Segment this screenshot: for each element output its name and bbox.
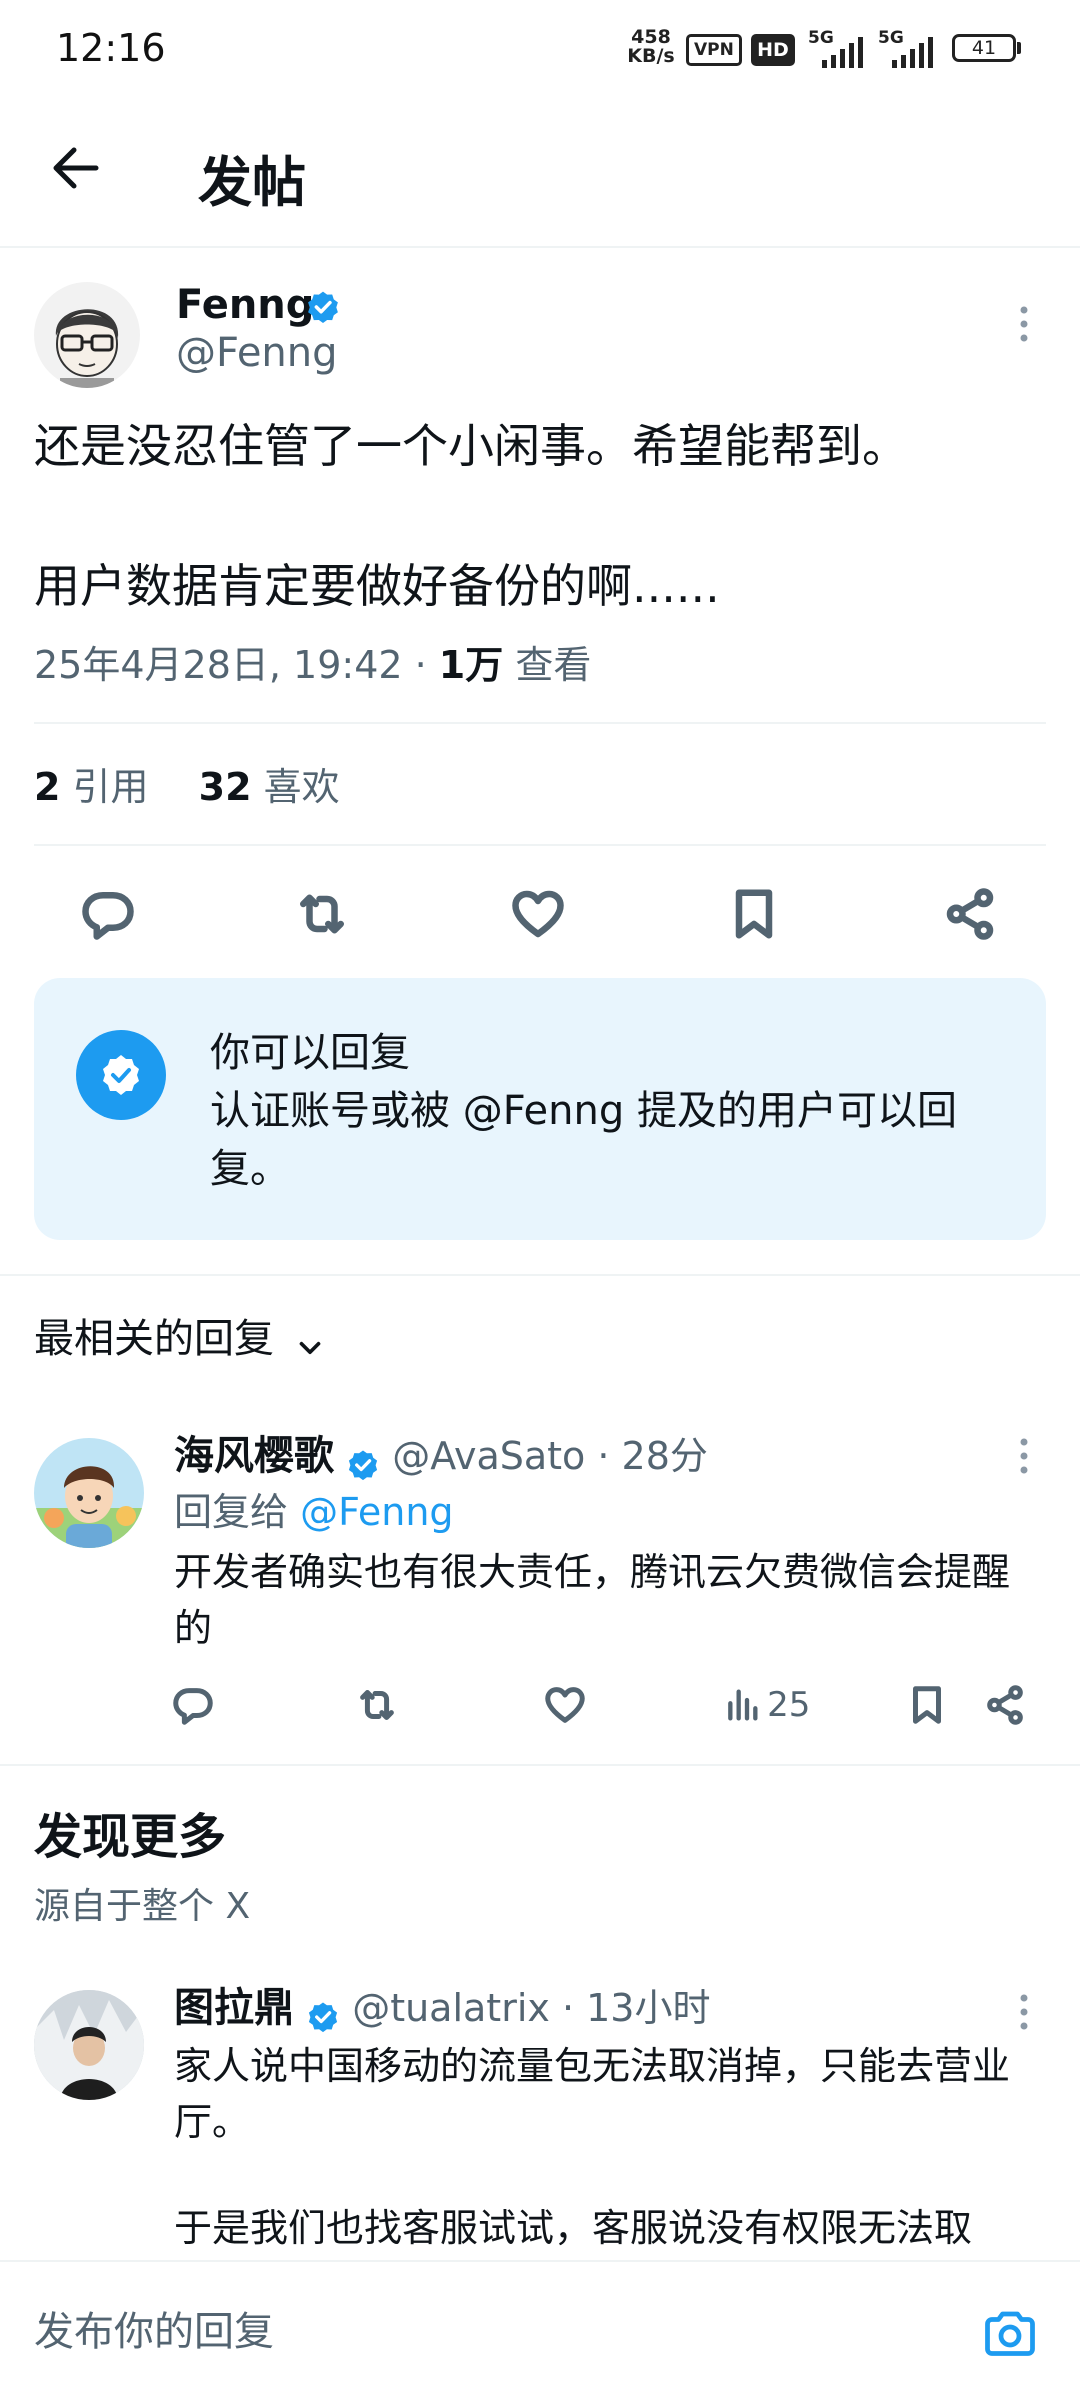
page-title: 发帖 (198, 151, 306, 214)
replying-to-link[interactable]: @Fenng (300, 1490, 453, 1534)
more-post-handle-time[interactable]: @tualatrix · 13小时 (352, 1986, 710, 2030)
hd-badge: HD (751, 34, 795, 66)
post-stats: 2 引用 32 喜欢 (34, 762, 340, 812)
chevron-down-icon (299, 1341, 321, 1354)
reply-handle-time[interactable]: @AvaSato · 28分 (392, 1434, 708, 1478)
post-text-line2: 用户数据肯定要做好备份的啊...... (34, 559, 720, 613)
author-handle[interactable]: @Fenng (176, 330, 338, 376)
reply-icon (82, 892, 134, 940)
verified-badge-icon (308, 291, 338, 323)
likes-label: 喜欢 (263, 765, 340, 809)
compose-placeholder: 发布你的回复 (34, 2309, 274, 2355)
more-post-text-2: 于是我们也找客服试试，客服说没有权限无法取 (174, 2206, 973, 2250)
more-post-more-button[interactable] (1004, 1988, 1044, 2038)
heart-icon (512, 890, 564, 938)
signal-icon-1 (822, 37, 863, 68)
reply-icon (173, 1688, 213, 1725)
discover-title: 发现更多 (34, 1809, 227, 1865)
stats-divider (34, 844, 1046, 846)
analytics-icon (728, 1689, 758, 1721)
back-button[interactable] (38, 130, 114, 206)
share-button[interactable] (940, 884, 1000, 944)
discover-subtitle: 源自于整个 X (34, 1886, 251, 1927)
camera-icon (985, 2311, 1035, 2356)
net-speed-unit: KB/s (627, 45, 675, 67)
heart-icon (545, 1687, 585, 1723)
author-name[interactable]: Fenng (176, 282, 314, 328)
quotes-label: 引用 (72, 765, 149, 809)
vpn-badge: VPN (686, 34, 742, 66)
more-post-text-1: 家人说中国移动的流量包无法取消掉，只能去营业厅。 (174, 2044, 1011, 2144)
sort-label: 最相关的回复 (34, 1316, 274, 1362)
reply-bookmark-button[interactable] (904, 1682, 950, 1728)
notice-title: 你可以回复 (210, 1030, 410, 1076)
status-bar: 12:16 458 KB/s VPN HD 5G 5G 41 (0, 0, 1080, 100)
signal-icon-2 (892, 37, 933, 68)
replying-to-prefix: 回复给 (174, 1490, 301, 1534)
more-post-avatar[interactable] (34, 1990, 144, 2100)
reply-views-count: 25 (767, 1685, 811, 1725)
bookmark-icon (735, 889, 773, 939)
net-speed-indicator: 458 KB/s (626, 28, 676, 66)
battery-level: 41 (971, 37, 997, 59)
back-arrow-icon (53, 147, 99, 189)
repost-icon (360, 1690, 394, 1720)
reply-compose-input[interactable]: 发布你的回复 (34, 2262, 964, 2400)
verified-circle-icon (76, 1030, 166, 1120)
status-time: 12:16 (56, 26, 166, 70)
more-vertical-icon (1020, 1438, 1028, 1474)
repost-icon (300, 894, 344, 934)
views-count: 1万 (438, 643, 504, 687)
share-icon (946, 888, 994, 940)
reply-text: 开发者确实也有很大责任，腾讯云欠费微信会提醒的 (174, 1550, 1011, 1650)
reply-views-button[interactable]: 25 (722, 1682, 810, 1728)
bookmark-icon (913, 1686, 941, 1724)
quotes-stat[interactable]: 2 引用 (34, 765, 149, 809)
battery-icon: 41 (952, 34, 1016, 62)
verified-badge-icon (348, 1449, 378, 1480)
more-post-header: 图拉鼎 @tualatrix · 13小时 (174, 1980, 710, 2036)
post-more-button[interactable] (1004, 300, 1044, 350)
reply-like-button[interactable] (542, 1682, 588, 1728)
reply-reply-button[interactable] (170, 1682, 216, 1728)
notice-divider (0, 1274, 1080, 1276)
like-button[interactable] (508, 884, 568, 944)
more-vertical-icon (1020, 1994, 1028, 2030)
post-text-line1: 还是没忍住管了一个小闲事。希望能帮到。 (34, 419, 908, 473)
more-post-author-name[interactable]: 图拉鼎 (174, 1985, 294, 2031)
reply-button[interactable] (78, 884, 138, 944)
likes-stat[interactable]: 32 喜欢 (199, 765, 340, 809)
post-timestamp[interactable]: 25年4月28日, 19:42 · (34, 643, 439, 687)
author-avatar[interactable] (34, 282, 140, 388)
quotes-count: 2 (34, 765, 61, 809)
repost-button[interactable] (292, 884, 352, 944)
reply-more-button[interactable] (1004, 1432, 1044, 1482)
verified-badge-icon (308, 2001, 338, 2032)
reply-header: 海风樱歌 @AvaSato · 28分 (174, 1428, 708, 1484)
reply-restriction-notice: 你可以回复 认证账号或被 @Fenng 提及的用户可以回复。 (34, 978, 1046, 1240)
post-meta: 25年4月28日, 19:42 · 1万 查看 (34, 640, 591, 690)
reply-sort-dropdown[interactable]: 最相关的回复 (34, 1314, 327, 1364)
notice-text: 认证账号或被 @Fenng 提及的用户可以回复。 (210, 1088, 957, 1192)
views-label: 查看 (503, 643, 592, 687)
meta-divider (34, 722, 1046, 724)
more-vertical-icon (1020, 306, 1028, 342)
replying-to: 回复给 @Fenng (174, 1486, 454, 1538)
reply-author-name[interactable]: 海风樱歌 (174, 1433, 334, 1479)
likes-count: 32 (198, 765, 252, 809)
bookmark-button[interactable] (724, 884, 784, 944)
header-divider (0, 246, 1080, 248)
reply-share-button[interactable] (982, 1682, 1028, 1728)
compose-bar: 发布你的回复 (0, 2260, 1080, 2402)
reply-divider (0, 1764, 1080, 1766)
reply-avatar[interactable] (34, 1438, 144, 1548)
share-icon (987, 1685, 1023, 1725)
reply-repost-button[interactable] (354, 1682, 400, 1728)
battery-tip (1017, 42, 1021, 54)
header: 发帖 (0, 100, 1080, 246)
camera-button[interactable] (980, 2304, 1040, 2364)
